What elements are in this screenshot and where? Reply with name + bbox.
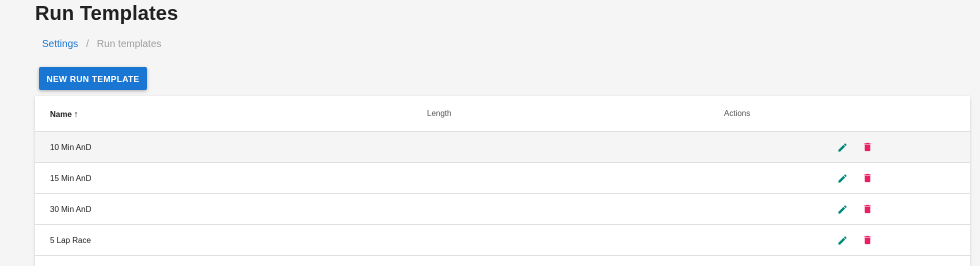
cell-name: 30 Min AnD <box>35 193 427 225</box>
cell-name: 15 Min AnD <box>35 162 427 194</box>
column-header-name[interactable]: Name ↑ <box>35 96 427 132</box>
run-templates-table: Name ↑ Length Actions 10 Min AnD 15 Min An… <box>35 96 970 256</box>
delete-button[interactable] <box>860 171 874 185</box>
cell-actions <box>724 193 970 225</box>
sort-ascending-icon: ↑ <box>73 108 79 119</box>
trash-icon <box>862 203 873 215</box>
new-run-template-button[interactable]: NEW RUN TEMPLATE <box>39 67 147 90</box>
page-title: Run Templates <box>35 3 179 25</box>
cell-length <box>427 131 724 163</box>
cell-actions <box>724 224 970 256</box>
table-header-row: Name ↑ Length Actions <box>35 96 970 132</box>
edit-button[interactable] <box>835 233 849 247</box>
breadcrumb: Settings / Run templates <box>42 39 161 50</box>
trash-icon <box>862 141 873 153</box>
table-row[interactable]: 15 Min AnD <box>35 162 970 194</box>
column-header-actions: Actions <box>724 96 970 132</box>
delete-button[interactable] <box>860 233 874 247</box>
cell-length <box>427 162 724 194</box>
cell-actions <box>724 131 970 163</box>
table-row[interactable]: 10 Min AnD <box>35 131 970 163</box>
cell-name: 5 Lap Race <box>35 224 427 256</box>
breadcrumb-settings-link[interactable]: Settings <box>42 39 78 50</box>
delete-button[interactable] <box>860 140 874 154</box>
column-header-name-label: Name <box>50 109 72 119</box>
run-templates-table-card: Name ↑ Length Actions 10 Min AnD 15 Min An… <box>35 96 970 266</box>
row-actions <box>724 171 970 185</box>
pencil-icon <box>837 204 848 215</box>
column-header-length: Length <box>427 96 724 132</box>
breadcrumb-separator: / <box>86 39 89 50</box>
cell-length <box>427 193 724 225</box>
cell-name: 10 Min AnD <box>35 131 427 163</box>
delete-button[interactable] <box>860 202 874 216</box>
pencil-icon <box>837 142 848 153</box>
edit-button[interactable] <box>835 140 849 154</box>
run-templates-page: Run Templates Settings / Run templates N… <box>0 0 980 266</box>
table-row[interactable]: 30 Min AnD <box>35 193 970 225</box>
pencil-icon <box>837 235 848 246</box>
edit-button[interactable] <box>835 202 849 216</box>
row-actions <box>724 202 970 216</box>
pencil-icon <box>837 173 848 184</box>
cell-actions <box>724 162 970 194</box>
trash-icon <box>862 234 873 246</box>
edit-button[interactable] <box>835 171 849 185</box>
row-actions <box>724 140 970 154</box>
cell-length <box>427 224 724 256</box>
table-row[interactable]: 5 Lap Race <box>35 224 970 256</box>
breadcrumb-current: Run templates <box>96 39 162 50</box>
trash-icon <box>862 172 873 184</box>
row-actions <box>724 233 970 247</box>
